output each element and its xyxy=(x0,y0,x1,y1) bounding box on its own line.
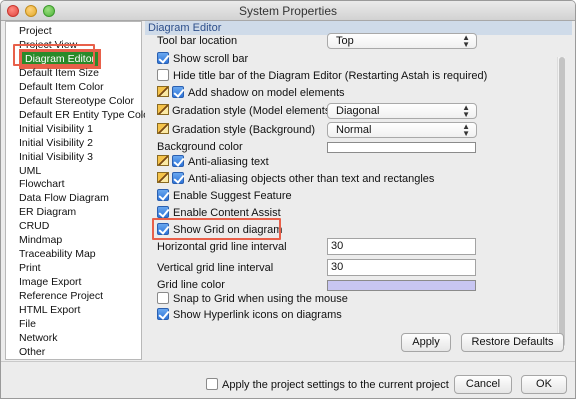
hide-title-bar-checkbox[interactable] xyxy=(157,69,169,81)
sidebar-item[interactable]: Initial Visibility 1 xyxy=(19,122,93,136)
diagram-editor-highlight xyxy=(13,44,95,66)
sidebar-item[interactable]: File xyxy=(19,317,36,331)
anti-alias-other-checkbox[interactable] xyxy=(172,172,184,184)
add-shadow-checkbox[interactable] xyxy=(172,86,184,98)
panel-scrollbar[interactable] xyxy=(557,57,565,347)
toolbar-location-value: Top xyxy=(336,35,354,47)
add-shadow-label: Add shadow on model elements xyxy=(188,87,345,99)
sidebar-item[interactable]: Data Flow Diagram xyxy=(19,191,109,205)
gradation-model-select[interactable]: Diagonal ▲ ▼ xyxy=(327,103,477,119)
grid-line-color-swatch[interactable] xyxy=(327,280,476,291)
toolbar-location-select[interactable]: Top ▲ ▼ xyxy=(327,33,477,49)
sidebar-item[interactable]: Project xyxy=(19,24,52,38)
show-hyperlink-icons-checkbox[interactable] xyxy=(157,308,169,320)
hide-title-bar-label: Hide title bar of the Diagram Editor (Re… xyxy=(173,70,488,82)
category-sidebar: Project Project View Diagram Editor Default… xyxy=(5,21,152,360)
anti-alias-text-checkbox[interactable] xyxy=(172,155,184,167)
gradation-bg-value: Normal xyxy=(336,124,372,136)
show-scroll-bar-label: Show scroll bar xyxy=(173,53,249,65)
toolbar-location-label: Tool bar location xyxy=(157,35,238,47)
sidebar-item[interactable]: Initial Visibility 3 xyxy=(19,150,93,164)
sidebar-item[interactable]: Other xyxy=(19,345,45,359)
show-scroll-bar-checkbox[interactable] xyxy=(157,52,169,64)
apply-project-settings-checkbox[interactable] xyxy=(206,378,218,390)
paint-brush-icon xyxy=(157,86,169,97)
sidebar-item[interactable]: Flowchart xyxy=(19,177,65,191)
sidebar-item[interactable]: Default ER Entity Type Color xyxy=(19,108,152,122)
sidebar-item[interactable]: Mindmap xyxy=(19,233,62,247)
select-arrows-icon: ▲ ▼ xyxy=(462,103,470,119)
sidebar-item[interactable]: ER Diagram xyxy=(19,205,76,219)
system-properties-window: System Properties Project Project View Dia… xyxy=(0,0,576,399)
sidebar-item[interactable]: Network xyxy=(19,331,58,345)
sidebar-item[interactable]: Reference Project xyxy=(19,289,103,303)
apply-button[interactable]: Apply xyxy=(401,333,451,352)
sidebar-item[interactable]: CRUD xyxy=(19,219,49,233)
snap-to-grid-checkbox[interactable] xyxy=(157,292,169,304)
window-title: System Properties xyxy=(238,4,338,18)
paint-brush-icon xyxy=(157,172,169,183)
h-grid-interval-label: Horizontal grid line interval xyxy=(157,241,287,253)
v-grid-interval-label: Vertical grid line interval xyxy=(157,262,274,274)
anti-alias-other-label: Anti-aliasing objects other than text an… xyxy=(188,173,435,185)
gradation-bg-select[interactable]: Normal ▲ ▼ xyxy=(327,122,477,138)
sidebar-item[interactable]: Default Item Color xyxy=(19,80,104,94)
footer-bar: Apply the project settings to the curren… xyxy=(1,361,575,398)
show-grid-highlight xyxy=(152,218,281,240)
scrollbar-thumb[interactable] xyxy=(559,57,565,347)
gradation-model-value: Diagonal xyxy=(336,105,380,117)
sidebar-item[interactable]: Default Item Size xyxy=(19,66,99,80)
select-arrows-icon: ▲ ▼ xyxy=(462,33,470,49)
enable-suggest-label: Enable Suggest Feature xyxy=(173,190,292,202)
sidebar-item[interactable]: Image Export xyxy=(19,275,81,289)
enable-suggest-checkbox[interactable] xyxy=(157,189,169,201)
show-hyperlink-icons-label: Show Hyperlink icons on diagrams xyxy=(173,309,342,321)
gradation-bg-label: Gradation style (Background) xyxy=(172,124,316,136)
restore-defaults-button[interactable]: Restore Defaults xyxy=(461,333,564,352)
apply-project-settings-label: Apply the project settings to the curren… xyxy=(222,379,449,391)
h-grid-interval-input[interactable]: 30 xyxy=(327,238,476,255)
cancel-button[interactable]: Cancel xyxy=(454,375,512,394)
select-arrows-icon: ▲ ▼ xyxy=(462,122,470,138)
paint-brush-icon xyxy=(157,104,169,115)
sidebar-item[interactable]: UML xyxy=(19,164,41,178)
diagram-editor-panel: Diagram Editor Tool bar location Top ▲ ▼ … xyxy=(145,21,572,356)
sidebar-item[interactable]: HTML Export xyxy=(19,303,80,317)
paint-brush-icon xyxy=(157,155,169,166)
snap-to-grid-label: Snap to Grid when using the mouse xyxy=(173,293,348,305)
gradation-model-label: Gradation style (Model elements) xyxy=(172,105,335,117)
title-bar[interactable]: System Properties xyxy=(1,1,575,21)
background-color-swatch[interactable] xyxy=(327,142,476,153)
apply-project-settings-row[interactable]: Apply the project settings to the curren… xyxy=(206,378,449,391)
enable-content-assist-checkbox[interactable] xyxy=(157,206,169,218)
sidebar-item[interactable]: Default Stereotype Color xyxy=(19,94,134,108)
ok-button[interactable]: OK xyxy=(521,375,567,394)
v-grid-interval-input[interactable]: 30 xyxy=(327,259,476,276)
sidebar-item[interactable]: Print xyxy=(19,261,41,275)
sidebar-item[interactable]: Initial Visibility 2 xyxy=(19,136,93,150)
paint-brush-icon xyxy=(157,123,169,134)
background-color-label: Background color xyxy=(157,141,243,153)
anti-alias-text-label: Anti-aliasing text xyxy=(188,156,269,168)
sidebar-item[interactable]: Traceability Map xyxy=(19,247,96,261)
